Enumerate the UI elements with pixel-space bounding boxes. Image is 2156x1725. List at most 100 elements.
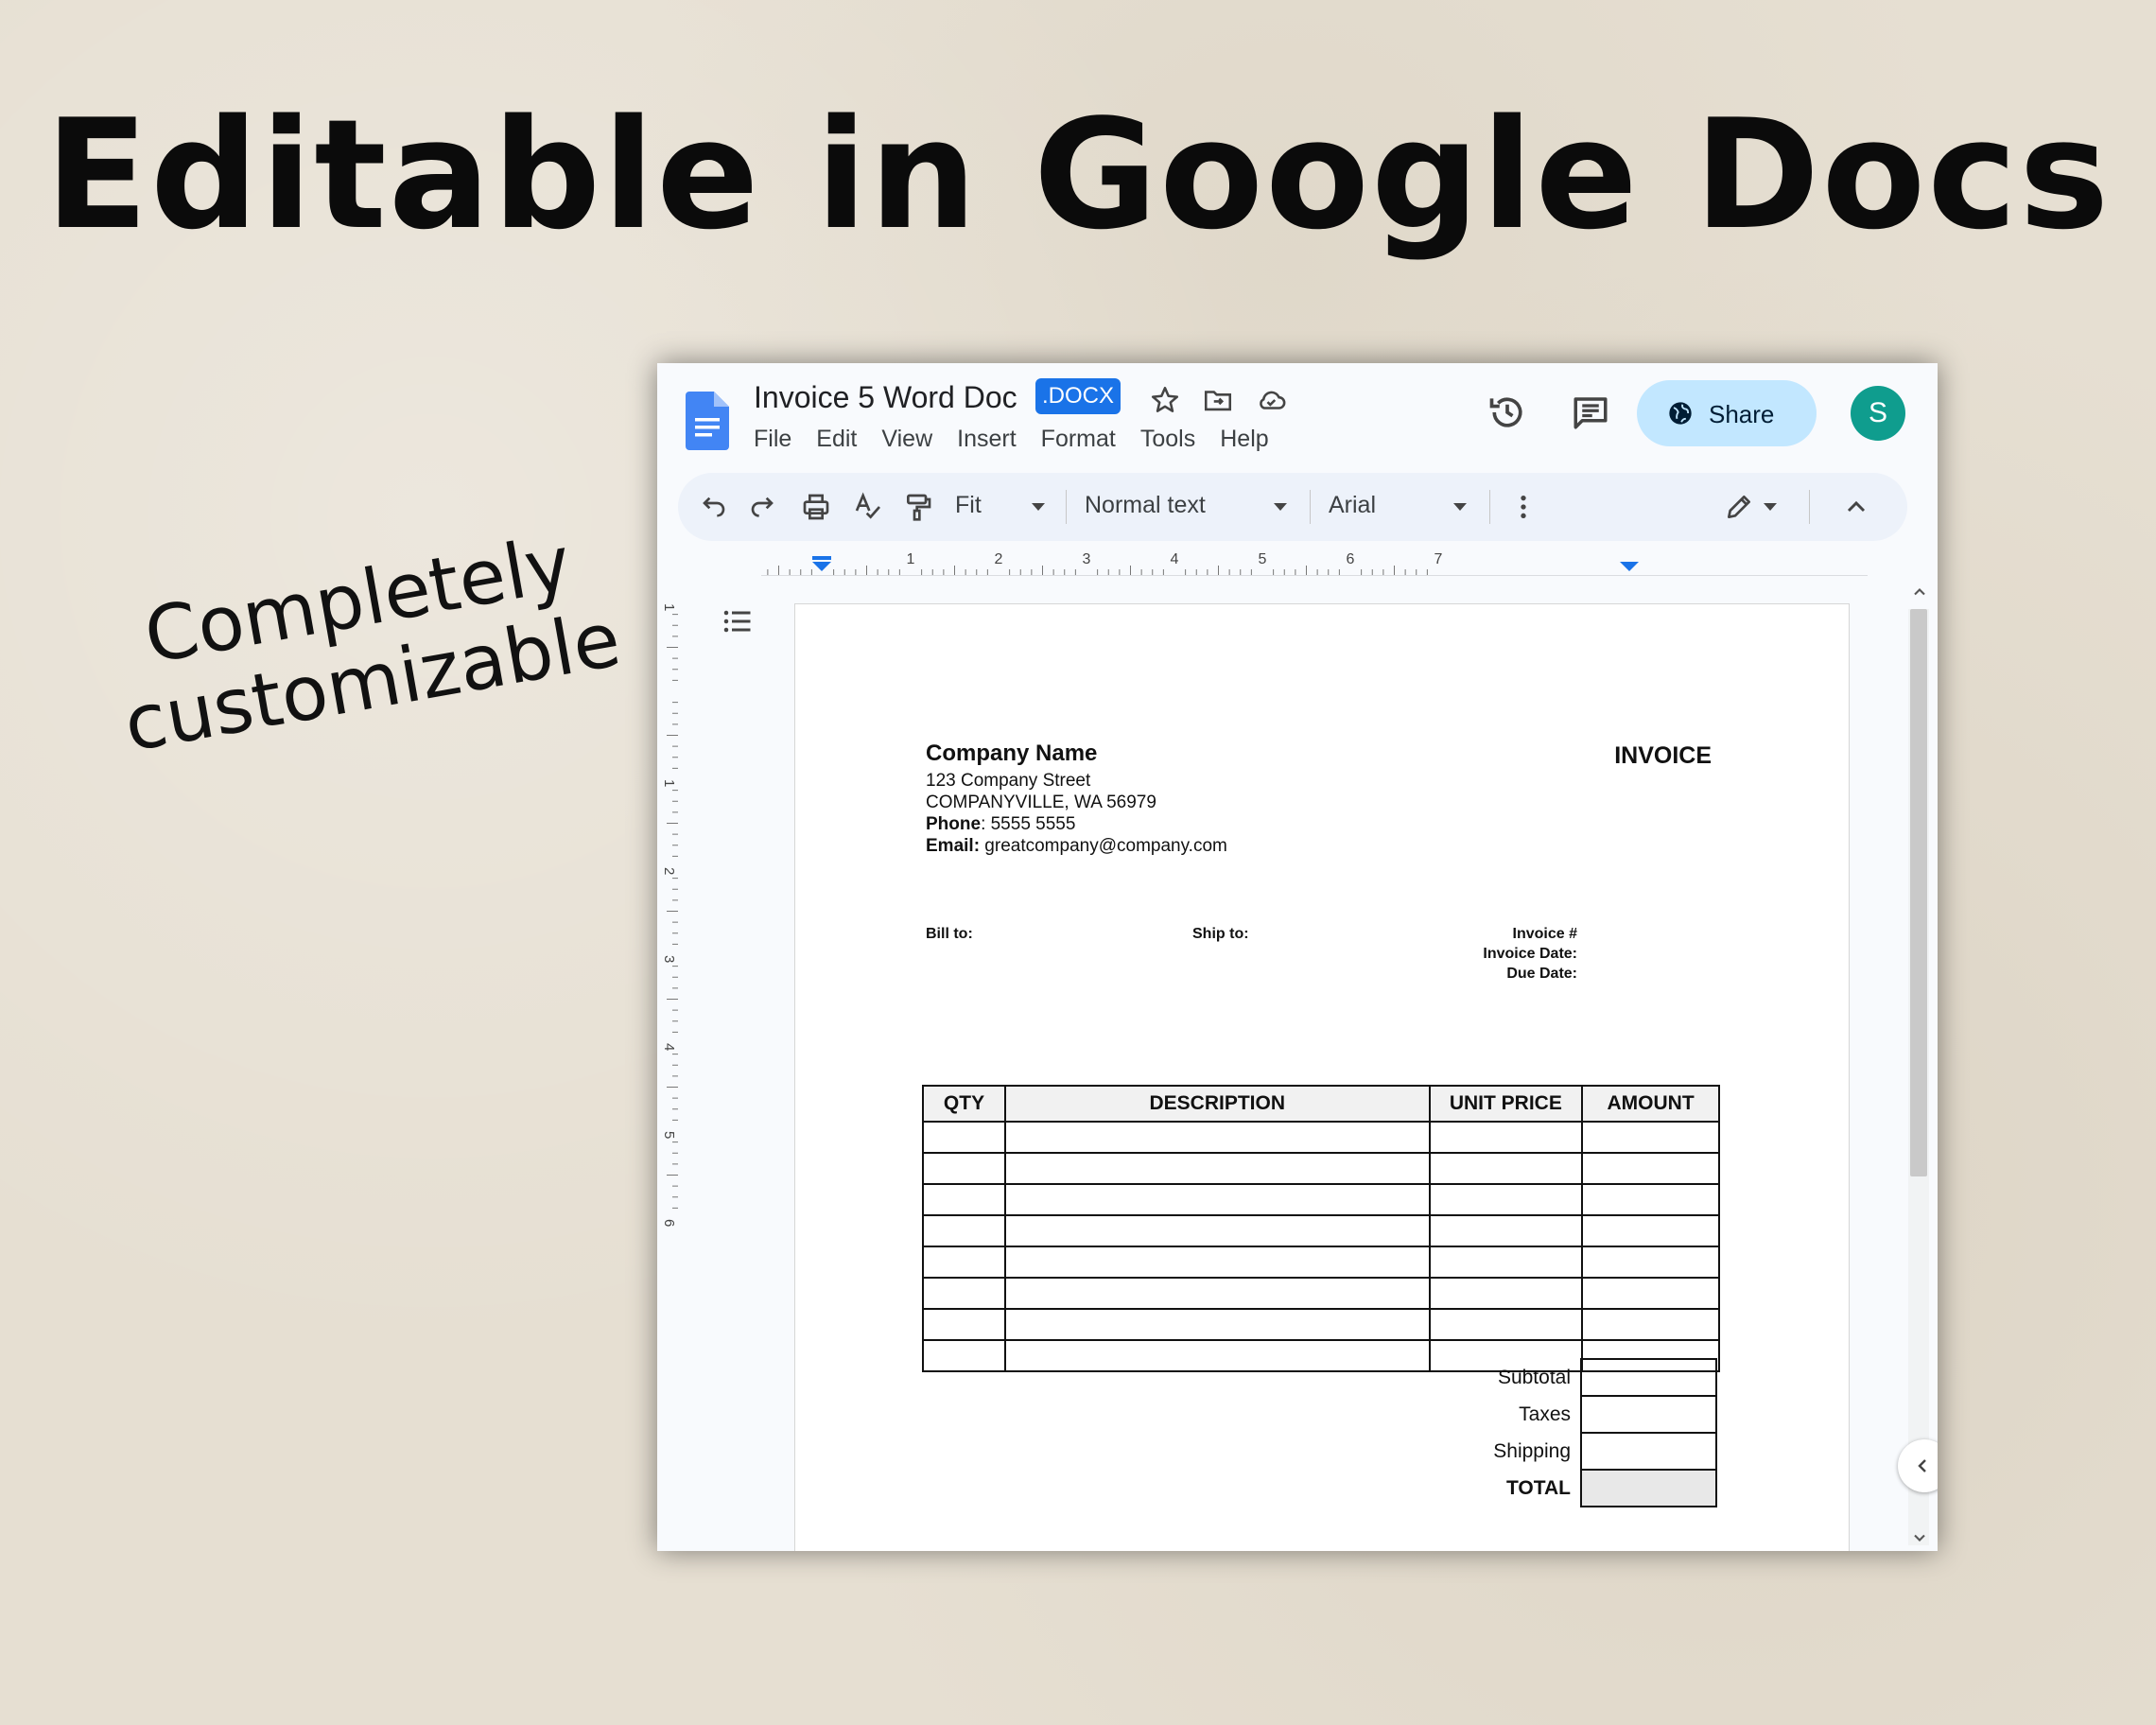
company-street[interactable]: 123 Company Street — [926, 771, 1090, 792]
company-name[interactable]: Company Name — [926, 741, 1097, 767]
more-vert-icon[interactable] — [1508, 492, 1539, 522]
table-cell[interactable] — [1428, 1214, 1584, 1247]
table-cell[interactable] — [1004, 1121, 1431, 1154]
invoice-title[interactable]: INVOICE — [1614, 742, 1712, 770]
table-cell[interactable] — [1428, 1121, 1584, 1154]
total-cell[interactable] — [1580, 1469, 1717, 1507]
company-email[interactable]: Email: greatcompany@company.com — [926, 836, 1227, 857]
menu-file[interactable]: File — [754, 426, 791, 453]
star-icon[interactable] — [1149, 384, 1181, 416]
spellcheck-icon[interactable] — [853, 492, 883, 522]
edit-mode-icon[interactable] — [1724, 492, 1754, 522]
taxes-row: Taxes — [1418, 1395, 1717, 1434]
ship-to-label[interactable]: Ship to: — [1192, 926, 1249, 943]
undo-icon[interactable] — [697, 492, 727, 522]
table-cell[interactable] — [922, 1121, 1006, 1154]
menu-insert[interactable]: Insert — [957, 426, 1017, 453]
avatar[interactable]: S — [1851, 386, 1905, 441]
subtotal-row: Subtotal — [1418, 1358, 1717, 1397]
table-cell[interactable] — [922, 1214, 1006, 1247]
style-caret-icon[interactable] — [1274, 503, 1287, 511]
edit-mode-caret-icon[interactable] — [1764, 503, 1777, 511]
table-cell[interactable] — [1004, 1183, 1431, 1216]
invoice-number-label[interactable]: Invoice # — [1407, 926, 1577, 943]
scroll-down-icon[interactable] — [1910, 1528, 1929, 1547]
style-select[interactable]: Normal text — [1085, 492, 1206, 519]
font-caret-icon[interactable] — [1453, 503, 1467, 511]
zoom-caret-icon[interactable] — [1032, 503, 1045, 511]
vertical-ruler[interactable]: 1 1 2 3 4 5 6 — [657, 590, 680, 1536]
bill-to-label[interactable]: Bill to: — [926, 926, 973, 943]
table-cell[interactable] — [1581, 1277, 1720, 1310]
column-header-unit-price[interactable]: UNIT PRICE — [1428, 1085, 1584, 1123]
table-cell[interactable] — [1004, 1308, 1431, 1341]
table-cell[interactable] — [1428, 1246, 1584, 1279]
table-cell[interactable] — [1004, 1246, 1431, 1279]
subtotal-cell[interactable] — [1580, 1358, 1717, 1397]
menu-view[interactable]: View — [881, 426, 932, 453]
company-city[interactable]: COMPANYVILLE, WA 56979 — [926, 793, 1156, 813]
comment-icon[interactable] — [1571, 392, 1610, 432]
share-button[interactable]: Share — [1637, 380, 1817, 446]
horizontal-ruler[interactable]: 11234567 — [761, 549, 1868, 576]
column-header-amount[interactable]: AMOUNT — [1581, 1085, 1720, 1123]
company-phone[interactable]: Phone: 5555 5555 — [926, 814, 1075, 835]
invoice-date-label[interactable]: Invoice Date: — [1407, 946, 1577, 963]
table-cell[interactable] — [1581, 1183, 1720, 1216]
table-cell[interactable] — [1004, 1339, 1431, 1372]
side-panel-toggle[interactable] — [1898, 1439, 1938, 1492]
table-cell[interactable] — [922, 1308, 1006, 1341]
table-cell[interactable] — [1004, 1152, 1431, 1185]
first-line-indent-marker[interactable] — [812, 556, 831, 560]
redo-icon[interactable] — [749, 492, 779, 522]
font-select[interactable]: Arial — [1329, 492, 1376, 519]
column-header-description[interactable]: DESCRIPTION — [1004, 1085, 1431, 1123]
table-cell[interactable] — [1581, 1152, 1720, 1185]
document-page[interactable]: Company Name 123 Company Street COMPANYV… — [794, 603, 1850, 1551]
table-cell[interactable] — [1004, 1277, 1431, 1310]
table-cell[interactable] — [922, 1339, 1006, 1372]
email-label: Email: — [926, 836, 981, 856]
table-cell[interactable] — [1428, 1183, 1584, 1216]
menu-help[interactable]: Help — [1220, 426, 1268, 453]
document-title[interactable]: Invoice 5 Word Doc — [754, 380, 1017, 415]
right-indent-marker[interactable] — [1620, 562, 1639, 571]
globe-icon — [1669, 402, 1692, 425]
due-date-label[interactable]: Due Date: — [1407, 966, 1577, 983]
ruler-ticks: 11234567 — [767, 551, 1443, 575]
left-indent-marker[interactable] — [812, 562, 831, 571]
vertical-ruler-label: 2 — [661, 867, 677, 875]
table-cell[interactable] — [1428, 1277, 1584, 1310]
table-cell[interactable] — [922, 1152, 1006, 1185]
scrollbar-thumb[interactable] — [1910, 609, 1927, 1176]
table-cell[interactable] — [1581, 1214, 1720, 1247]
menu-edit[interactable]: Edit — [816, 426, 857, 453]
print-icon[interactable] — [801, 492, 831, 522]
table-cell[interactable] — [1581, 1121, 1720, 1154]
document-outline-icon[interactable] — [719, 604, 756, 638]
menu-format[interactable]: Format — [1041, 426, 1116, 453]
collapse-toolbar-icon[interactable] — [1841, 492, 1871, 522]
table-cell[interactable] — [1428, 1152, 1584, 1185]
taxes-cell[interactable] — [1580, 1395, 1717, 1434]
table-cell[interactable] — [922, 1183, 1006, 1216]
history-icon[interactable] — [1487, 392, 1528, 433]
docs-window: Invoice 5 Word Doc .DOCX File Edit View Ins… — [657, 363, 1938, 1551]
table-cell[interactable] — [1581, 1246, 1720, 1279]
table-cell[interactable] — [1004, 1214, 1431, 1247]
column-header-qty[interactable]: QTY — [922, 1085, 1006, 1123]
menu-tools[interactable]: Tools — [1140, 426, 1195, 453]
table-cell[interactable] — [1428, 1308, 1584, 1341]
paint-format-icon[interactable] — [903, 492, 933, 522]
table-cell[interactable] — [922, 1246, 1006, 1279]
shipping-cell[interactable] — [1580, 1432, 1717, 1471]
table-cell[interactable] — [922, 1277, 1006, 1310]
table-cell[interactable] — [1581, 1308, 1720, 1341]
chevron-left-icon — [1918, 1459, 1926, 1472]
zoom-select[interactable]: Fit — [955, 492, 982, 519]
docs-logo-icon[interactable] — [686, 392, 729, 450]
scroll-up-icon[interactable] — [1910, 583, 1929, 601]
cloud-status-icon[interactable] — [1255, 384, 1287, 416]
move-folder-icon[interactable] — [1202, 384, 1234, 416]
ruler-label: 1 — [907, 551, 915, 567]
